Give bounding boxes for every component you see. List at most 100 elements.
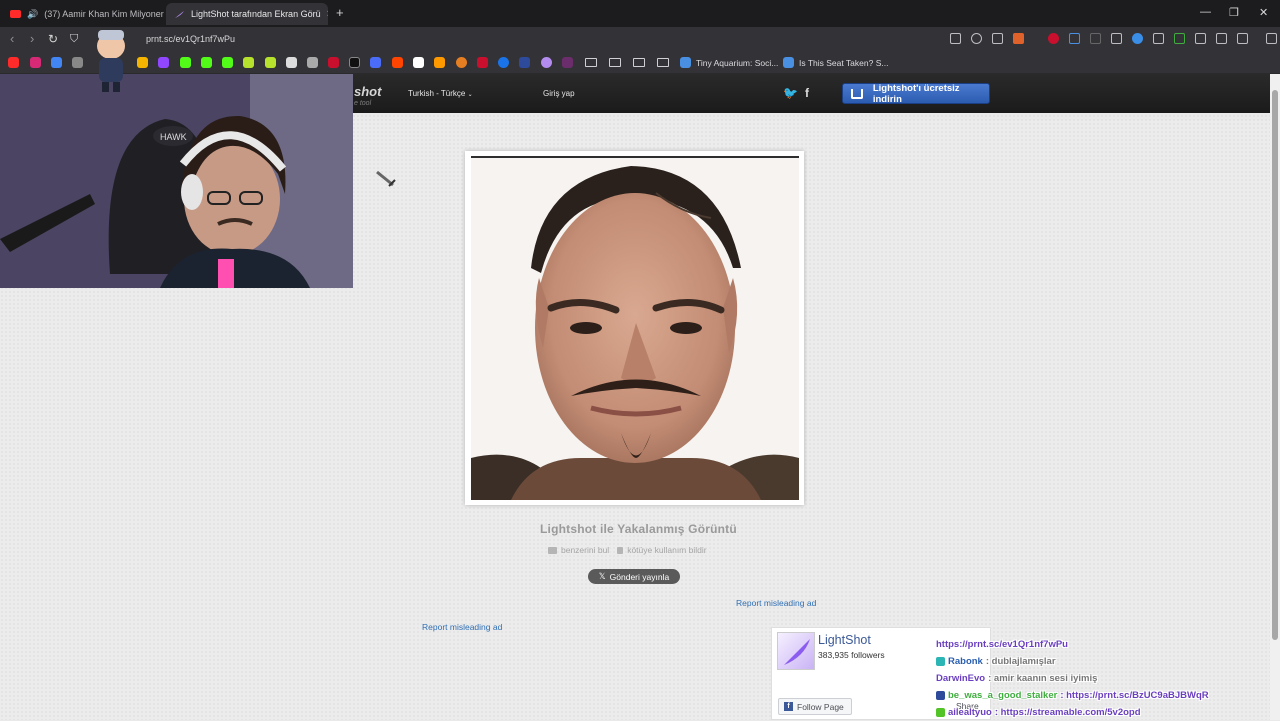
youtube-icon xyxy=(10,10,21,18)
bookmark-icon[interactable] xyxy=(477,57,488,68)
kick-bookmark-icon[interactable] xyxy=(180,57,191,68)
chat-message: ailealtyuo : https://streamable.com/5v2o… xyxy=(936,704,1236,721)
instagram-bookmark-icon[interactable] xyxy=(30,57,41,68)
twitter-icon[interactable]: 🐦 xyxy=(783,86,798,100)
bookmark-icon[interactable]: ⛉ xyxy=(70,32,78,46)
bookmark-icon[interactable] xyxy=(541,57,552,68)
puzzle-extensions-icon[interactable] xyxy=(1216,33,1227,44)
bookmark-icon[interactable] xyxy=(456,57,467,68)
translate-bookmark-icon[interactable] xyxy=(51,57,62,68)
bookmark-icon[interactable] xyxy=(243,57,254,68)
tab-lightshot[interactable]: LightShot tarafından Ekran Görü × xyxy=(166,3,328,25)
tab-title: (37) Aamir Khan Kim Milyoner Ol xyxy=(44,9,166,19)
chat-badge-icon xyxy=(936,657,945,666)
chat-username: DarwinEvo xyxy=(936,673,986,684)
share-icon[interactable] xyxy=(992,33,1003,44)
extension-icon[interactable] xyxy=(1090,33,1101,44)
bookmark-icon[interactable] xyxy=(286,57,297,68)
steam-icon xyxy=(680,57,691,68)
address-actions xyxy=(950,33,1024,45)
cast-icon[interactable] xyxy=(950,33,961,44)
ublock-icon[interactable] xyxy=(1048,33,1059,44)
bookmark-icon[interactable] xyxy=(519,57,530,68)
tab-title: LightShot tarafından Ekran Görü xyxy=(191,9,321,19)
webcam-overlay: HAWK xyxy=(0,74,353,288)
report-abuse-link[interactable]: kötüye kullanım bildir xyxy=(617,545,707,555)
lightshot-page-logo[interactable] xyxy=(777,632,815,670)
close-window-button[interactable]: ✕ xyxy=(1259,6,1268,19)
find-similar-link[interactable]: benzerini bul xyxy=(548,545,609,555)
x-logo-icon: 𝕏 xyxy=(598,571,606,581)
x-bookmark-icon[interactable] xyxy=(349,57,360,68)
report-ad-link-left[interactable]: Report misleading ad xyxy=(422,622,502,632)
bookmark-tiny-aquarium[interactable]: Tiny Aquarium: Soci... xyxy=(680,57,778,68)
bookmark-icon[interactable] xyxy=(307,57,318,68)
extension-icon[interactable] xyxy=(1195,33,1206,44)
facebook-followers: 383,935 followers xyxy=(818,650,885,660)
bookmark-icon[interactable] xyxy=(498,57,509,68)
camera-icon xyxy=(548,547,557,555)
extension-icon[interactable] xyxy=(1174,33,1185,44)
bookmark-icon[interactable] xyxy=(370,57,381,68)
tweet-button[interactable]: 𝕏 Gönderi yayınla xyxy=(588,569,680,584)
chat-text: : dublajlamışlar xyxy=(985,656,1056,667)
report-ad-link-right[interactable]: Report misleading ad xyxy=(736,598,816,608)
kick-bookmark-icon[interactable] xyxy=(201,57,212,68)
bookmarks-bar: Tiny Aquarium: Soci... Is This Seat Take… xyxy=(0,52,1280,74)
chat-text: https://prnt.sc/ev1Qr1nf7wPu xyxy=(936,639,1068,650)
media-icon[interactable] xyxy=(1266,33,1277,44)
back-button[interactable]: ‹ xyxy=(10,32,14,46)
login-link[interactable]: Giriş yap xyxy=(543,89,575,98)
chat-username: be_was_a_good_stalker xyxy=(948,690,1058,701)
bookmark-icon[interactable] xyxy=(265,57,276,68)
zoom-icon[interactable] xyxy=(971,33,982,44)
chat-username: ailealtyuo xyxy=(948,707,992,718)
speaker-icon[interactable]: 🔊 xyxy=(27,9,38,20)
lightshot-logo[interactable]: shot xyxy=(354,84,381,99)
screenshot-image[interactable] xyxy=(471,158,799,500)
twitch-bookmark-icon[interactable] xyxy=(158,57,169,68)
brave-shield-icon[interactable] xyxy=(1013,33,1024,44)
facebook-icon[interactable]: f xyxy=(805,86,809,100)
address-bar[interactable]: prnt.sc/ev1Qr1nf7wPu xyxy=(96,30,936,49)
follow-page-button[interactable]: f Follow Page xyxy=(778,698,852,715)
youtube-bookmark-icon[interactable] xyxy=(8,57,19,68)
tab-bar: 🔊 (37) Aamir Khan Kim Milyoner Ol × Ligh… xyxy=(0,0,1280,27)
bookmark-seat-taken[interactable]: Is This Seat Taken? S... xyxy=(783,57,888,68)
download-lightshot-button[interactable]: Lightshot'ı ücretsiz indirin xyxy=(842,83,990,105)
folder-icon[interactable] xyxy=(633,58,645,67)
reload-button[interactable]: ↻ xyxy=(48,32,58,46)
new-tab-button[interactable]: + xyxy=(336,5,344,20)
forward-button[interactable]: › xyxy=(30,32,34,46)
chat-text: : amir kaanın sesi iyimiş xyxy=(988,673,1098,684)
bookmark-icon[interactable] xyxy=(413,57,424,68)
flag-icon xyxy=(617,547,624,555)
close-tab-icon[interactable]: × xyxy=(327,8,328,20)
folder-icon[interactable] xyxy=(609,58,621,67)
screenshot-actions: benzerini bul kötüye kullanım bildir xyxy=(548,545,707,555)
extension-icon[interactable] xyxy=(1069,33,1080,44)
globe-bookmark-icon[interactable] xyxy=(72,57,83,68)
folder-icon[interactable] xyxy=(585,58,597,67)
tab-youtube[interactable]: 🔊 (37) Aamir Khan Kim Milyoner Ol × xyxy=(2,3,166,25)
chat-message: Rabonk : dublajlamışlar xyxy=(936,653,1236,670)
chat-badge-icon xyxy=(936,708,945,717)
minimize-button[interactable]: — xyxy=(1200,6,1211,18)
sidebar-icon[interactable] xyxy=(1237,33,1248,44)
chevron-down-icon: ⌄ xyxy=(467,92,473,98)
folder-icon[interactable] xyxy=(657,58,669,67)
bookmark-icon[interactable] xyxy=(328,57,339,68)
extension-icon[interactable] xyxy=(1153,33,1164,44)
amazon-bookmark-icon[interactable] xyxy=(434,57,445,68)
extension-icon[interactable] xyxy=(1111,33,1122,44)
facebook-page-name[interactable]: LightShot xyxy=(818,633,871,647)
extension-icon[interactable] xyxy=(1132,33,1143,44)
lightshot-feather-icon xyxy=(784,639,810,665)
reddit-bookmark-icon[interactable] xyxy=(392,57,403,68)
kick-bookmark-icon[interactable] xyxy=(222,57,233,68)
scrollbar-thumb[interactable] xyxy=(1272,90,1278,640)
restore-button[interactable]: ❐ xyxy=(1229,6,1239,19)
drive-bookmark-icon[interactable] xyxy=(137,57,148,68)
language-selector[interactable]: Turkish - Türkçe ⌄ xyxy=(408,89,473,98)
bookmark-icon[interactable] xyxy=(562,57,573,68)
